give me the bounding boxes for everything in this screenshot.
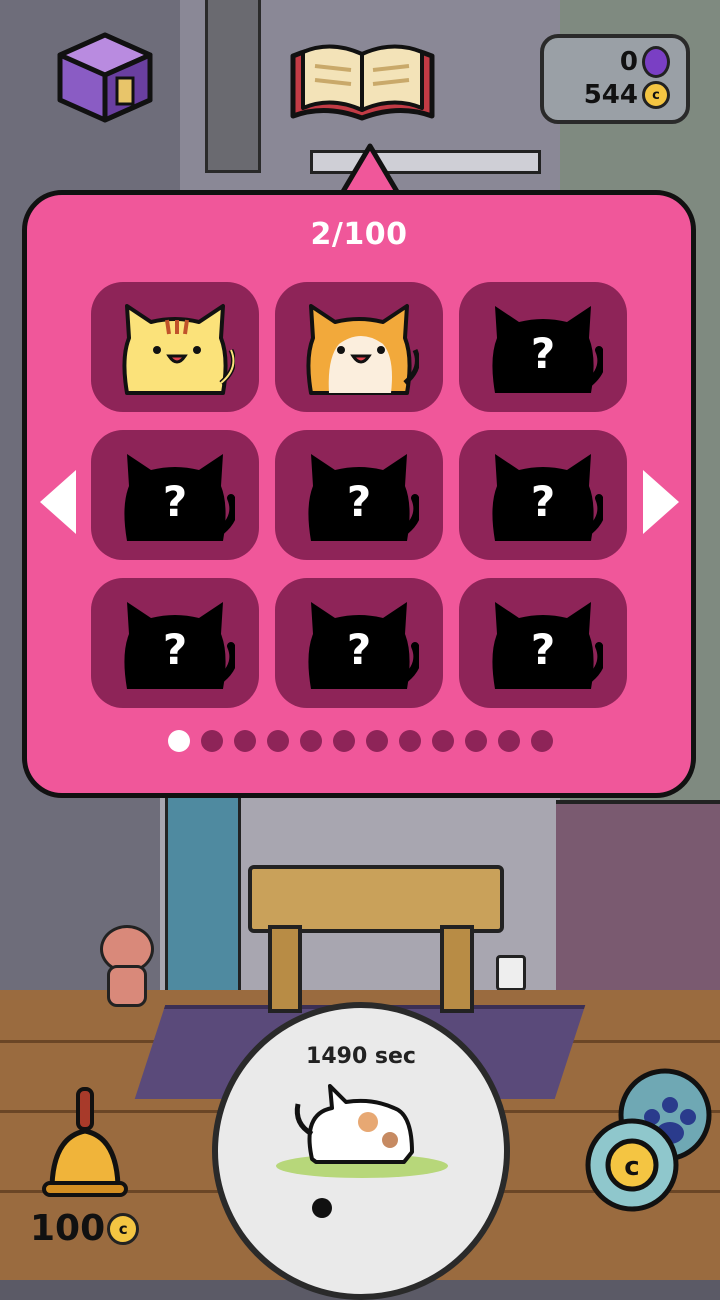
unknown-cat-silhouette-icon: ? <box>492 454 603 541</box>
timer-indicator-dot <box>312 1198 332 1218</box>
coin-count: 544 <box>583 80 638 110</box>
catalog-cell-unknown[interactable]: ? <box>459 282 627 412</box>
bell-price-value: 100 <box>30 1208 106 1249</box>
stool-leg <box>440 925 474 1013</box>
page-dot-5[interactable] <box>300 730 322 752</box>
catalog-cell-cat-1[interactable] <box>91 282 259 412</box>
question-mark: ? <box>163 625 187 674</box>
page-dot-6[interactable] <box>333 730 355 752</box>
stove-pipe <box>205 0 261 173</box>
open-book-icon <box>290 44 435 121</box>
currency-panel: 0 544 c <box>540 34 690 124</box>
question-mark: ? <box>531 625 555 674</box>
coin-glyph: c <box>624 1152 639 1182</box>
stool-leg <box>268 925 302 1013</box>
page-dot-8[interactable] <box>399 730 421 752</box>
gem-counter: 0 <box>620 46 670 78</box>
question-mark: ? <box>163 477 187 526</box>
catalog-count: 2/100 <box>310 217 408 252</box>
question-mark: ? <box>347 625 371 674</box>
page-dot-7[interactable] <box>366 730 388 752</box>
catalog-cell-unknown[interactable]: ? <box>459 578 627 708</box>
question-mark: ? <box>531 477 555 526</box>
orange-white-cat-icon <box>306 304 419 395</box>
cat-timer-panel[interactable]: 1490 sec <box>212 1002 510 1300</box>
doll-body <box>107 965 147 1007</box>
page-dot-2[interactable] <box>201 730 223 752</box>
unknown-cat-silhouette-icon: ? <box>308 602 419 689</box>
doll-toy[interactable] <box>95 925 155 1007</box>
page-dot-10[interactable] <box>465 730 487 752</box>
catalog-cell-unknown[interactable]: ? <box>91 578 259 708</box>
timer-text: 1490 sec <box>306 1044 416 1069</box>
coin-icon: c <box>107 1212 140 1245</box>
right-cabinet <box>556 800 720 994</box>
stool-top[interactable] <box>248 865 504 933</box>
coin-counter: 544 c <box>584 80 670 110</box>
gem-count: 0 <box>619 47 638 77</box>
previous-page-arrow-icon[interactable] <box>40 470 76 534</box>
catalog-cell-unknown[interactable]: ? <box>91 430 259 560</box>
unknown-cat-silhouette-icon: ? <box>124 454 235 541</box>
house-view-button[interactable] <box>55 30 155 125</box>
question-mark: ? <box>531 329 555 378</box>
unknown-cat-silhouette-icon: ? <box>124 602 235 689</box>
page-dot-11[interactable] <box>498 730 520 752</box>
page-dot-12[interactable] <box>531 730 553 752</box>
unknown-cat-silhouette-icon: ? <box>492 306 603 393</box>
unknown-cat-silhouette-icon: ? <box>492 602 603 689</box>
page-dot-1[interactable] <box>168 730 190 752</box>
bell-price: 100 c <box>30 1208 140 1249</box>
house-icon <box>57 32 153 123</box>
catalog-cell-unknown[interactable]: ? <box>275 430 443 560</box>
coin-icon: c <box>642 81 670 109</box>
wall-outlet <box>496 955 526 991</box>
paw-coin-icon: c <box>585 1068 712 1212</box>
page-dot-3[interactable] <box>234 730 256 752</box>
gem-icon <box>642 46 670 78</box>
catalog-book-button[interactable] <box>285 38 440 126</box>
walking-cat-icon <box>276 1084 448 1178</box>
yellow-striped-cat-icon <box>122 304 235 395</box>
page-dot-4[interactable] <box>267 730 289 752</box>
unknown-cat-silhouette-icon: ? <box>308 454 419 541</box>
shop-button[interactable]: c <box>570 1065 715 1215</box>
bell-button[interactable] <box>40 1085 130 1205</box>
question-mark: ? <box>347 477 371 526</box>
catalog-cell-unknown[interactable]: ? <box>275 578 443 708</box>
next-page-arrow-icon[interactable] <box>643 470 679 534</box>
bell-icon <box>42 1087 128 1197</box>
catalog-cell-cat-2[interactable] <box>275 282 443 412</box>
fridge <box>165 790 241 1006</box>
page-dot-9[interactable] <box>432 730 454 752</box>
catalog-cell-unknown[interactable]: ? <box>459 430 627 560</box>
